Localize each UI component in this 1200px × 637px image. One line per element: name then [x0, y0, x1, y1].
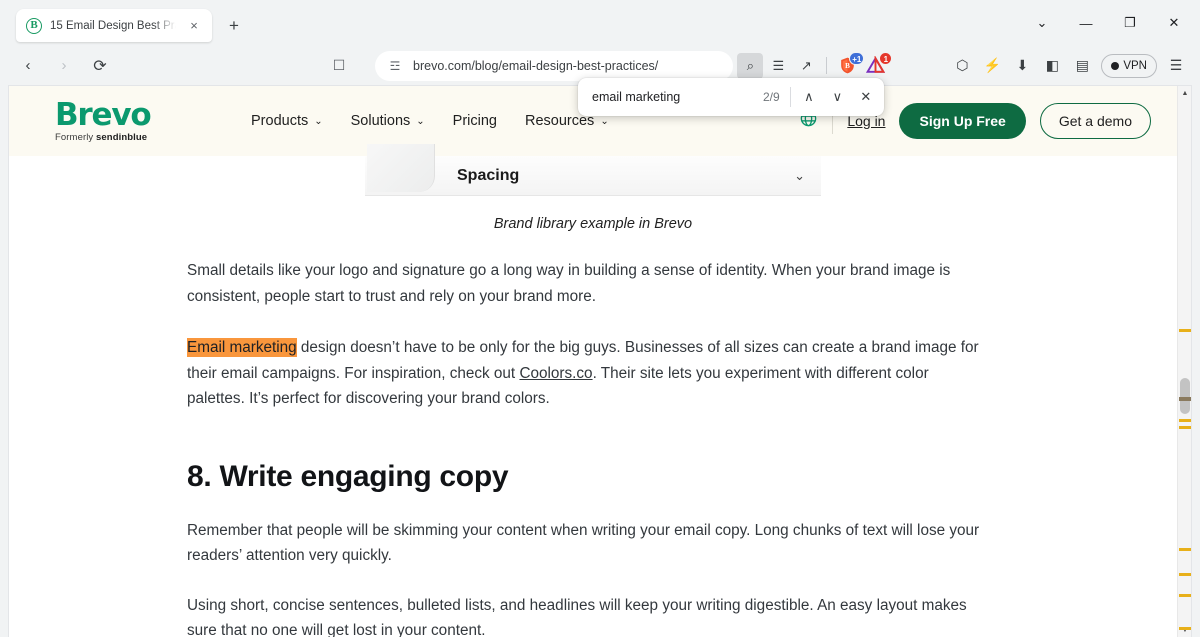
nav-item-solutions[interactable]: Solutions ⌄: [351, 113, 425, 129]
article-body: Small details like your logo and signatu…: [9, 258, 1177, 637]
find-next-button[interactable]: ∨: [823, 83, 851, 111]
svg-text:B: B: [845, 62, 850, 70]
paragraph-4: Using short, concise sentences, bulleted…: [187, 593, 987, 637]
brand-sub-prefix: Formerly: [55, 132, 93, 143]
tab-favicon: B: [26, 18, 42, 34]
downloads-icon[interactable]: ⬇: [1008, 52, 1036, 80]
brand-sub-name: sendinblue: [96, 132, 147, 143]
extensions-icon[interactable]: ⬡: [948, 52, 976, 80]
find-in-page-bar: 2/9 ∧ ∨ ✕: [578, 78, 884, 116]
tab-close-icon[interactable]: ×: [184, 16, 204, 36]
find-input[interactable]: [592, 90, 753, 104]
brand-subtitle: Formerly sendinblue: [55, 132, 147, 143]
address-bar-url: brevo.com/blog/email-design-best-practic…: [413, 59, 658, 73]
scroll-down-arrow[interactable]: ▼: [1178, 623, 1192, 637]
back-button[interactable]: ‹: [13, 51, 43, 81]
scrollbar-find-tick: [1179, 329, 1191, 332]
find-match-counter: 2/9: [753, 90, 790, 104]
search-highlight-active: Email marketing: [187, 338, 297, 357]
scrollbar-find-tick: [1179, 627, 1191, 630]
scrollbar-find-tick: [1179, 573, 1191, 576]
get-a-demo-button[interactable]: Get a demo: [1040, 103, 1151, 139]
browser-window: B 15 Email Design Best Practices f × + ⌄…: [0, 0, 1200, 637]
new-tab-button[interactable]: +: [224, 16, 244, 36]
minimize-button[interactable]: —: [1064, 8, 1108, 38]
wallet-icon[interactable]: ▤: [1068, 52, 1096, 80]
brevo-logo[interactable]: Brevo Formerly sendinblue: [55, 99, 207, 143]
paragraph-3: Remember that people will be skimming yo…: [187, 518, 987, 569]
chevron-down-icon: ⌄: [416, 116, 424, 127]
color-swatch-thumbnail: [367, 144, 435, 192]
warning-badge: 1: [879, 52, 892, 65]
scrollbar-find-tick: [1179, 419, 1191, 422]
section-heading: 8. Write engaging copy: [187, 460, 987, 494]
browser-menu-icon[interactable]: ☰: [1162, 52, 1190, 80]
omnibox-row: ☐ ☲ brevo.com/blog/email-design-best-pra…: [125, 51, 733, 81]
paragraph-2: Email marketing design doesn’t have to b…: [187, 335, 987, 412]
browser-tab-active[interactable]: B 15 Email Design Best Practices f ×: [16, 9, 212, 42]
coolors-link[interactable]: Coolors.co: [519, 365, 592, 382]
scrollbar-find-tick: [1179, 548, 1191, 551]
nav-label: Solutions: [351, 113, 411, 129]
article-content: Spacing ⌄ Brand library example in Brevo…: [9, 156, 1177, 637]
toolbar-right-icons: ⬡ ⚡ ⬇ ◧ ▤ VPN ☰: [948, 52, 1190, 80]
figure-caption: Brand library example in Brevo: [365, 216, 821, 232]
close-window-button[interactable]: ✕: [1152, 8, 1196, 38]
warning-triangle-icon[interactable]: 1: [862, 53, 888, 79]
vpn-button[interactable]: VPN: [1101, 54, 1157, 78]
scrollbar-find-tick: [1179, 397, 1191, 401]
omnibox-actions: ⌕ ☰ ↗ B +1: [733, 53, 888, 79]
accordion-label: Spacing: [457, 167, 519, 185]
brand-library-figure: Spacing ⌄ Brand library example in Brevo: [365, 156, 821, 232]
address-bar[interactable]: ☲ brevo.com/blog/email-design-best-pract…: [375, 51, 733, 81]
brave-shield-badge: +1: [849, 52, 864, 65]
scrollbar-find-tick: [1179, 426, 1191, 429]
forward-button[interactable]: ›: [49, 51, 79, 81]
web-page: Brevo Formerly sendinblue Products ⌄ Sol…: [9, 86, 1177, 637]
reload-button[interactable]: ⟳: [85, 51, 115, 81]
find-previous-button[interactable]: ∧: [795, 83, 823, 111]
maximize-button[interactable]: ❐: [1108, 8, 1152, 38]
nav-label: Products: [251, 113, 308, 129]
site-nav: Products ⌄ Solutions ⌄ Pricing Resources…: [251, 113, 609, 129]
page-scrollbar[interactable]: ▲ ▼: [1177, 86, 1191, 637]
nav-label: Pricing: [453, 113, 497, 129]
nav-item-pricing[interactable]: Pricing: [453, 113, 497, 129]
accordion-row-spacing[interactable]: Spacing ⌄: [365, 156, 821, 196]
tab-title: 15 Email Design Best Practices f: [50, 20, 176, 32]
site-settings-icon[interactable]: ☲: [385, 59, 405, 73]
chevron-down-icon[interactable]: ⌄: [794, 168, 805, 184]
vpn-status-dot: [1111, 62, 1119, 70]
nav-item-products[interactable]: Products ⌄: [251, 113, 323, 129]
tab-strip: B 15 Email Design Best Practices f × + ⌄…: [0, 0, 1200, 46]
chevron-down-icon: ⌄: [314, 116, 322, 127]
chevron-down-icon: ⌄: [600, 116, 608, 127]
toolbar-divider: [826, 57, 827, 74]
window-controls: ⌄ — ❐ ✕: [1020, 8, 1196, 38]
share-icon[interactable]: ↗: [793, 53, 819, 79]
find-close-button[interactable]: ✕: [852, 83, 880, 111]
page-viewport: Brevo Formerly sendinblue Products ⌄ Sol…: [8, 85, 1192, 637]
tab-search-icon[interactable]: ⌄: [1020, 8, 1064, 38]
brand-name: Brevo: [55, 99, 150, 131]
scroll-up-arrow[interactable]: ▲: [1178, 86, 1192, 100]
find-in-page-icon[interactable]: ⌕: [737, 53, 763, 79]
signup-free-button[interactable]: Sign Up Free: [899, 103, 1025, 139]
bookmark-icon[interactable]: ☐: [325, 52, 353, 80]
paragraph-1: Small details like your logo and signatu…: [187, 258, 987, 309]
leo-ai-icon[interactable]: ⚡: [978, 52, 1006, 80]
reader-mode-icon[interactable]: ☰: [765, 53, 791, 79]
vpn-label: VPN: [1123, 60, 1147, 72]
scrollbar-find-tick: [1179, 594, 1191, 597]
sidebar-icon[interactable]: ◧: [1038, 52, 1066, 80]
find-divider: [790, 87, 791, 107]
brave-shield-icon[interactable]: B +1: [834, 53, 860, 79]
scrollbar-thumb[interactable]: [1180, 378, 1190, 414]
